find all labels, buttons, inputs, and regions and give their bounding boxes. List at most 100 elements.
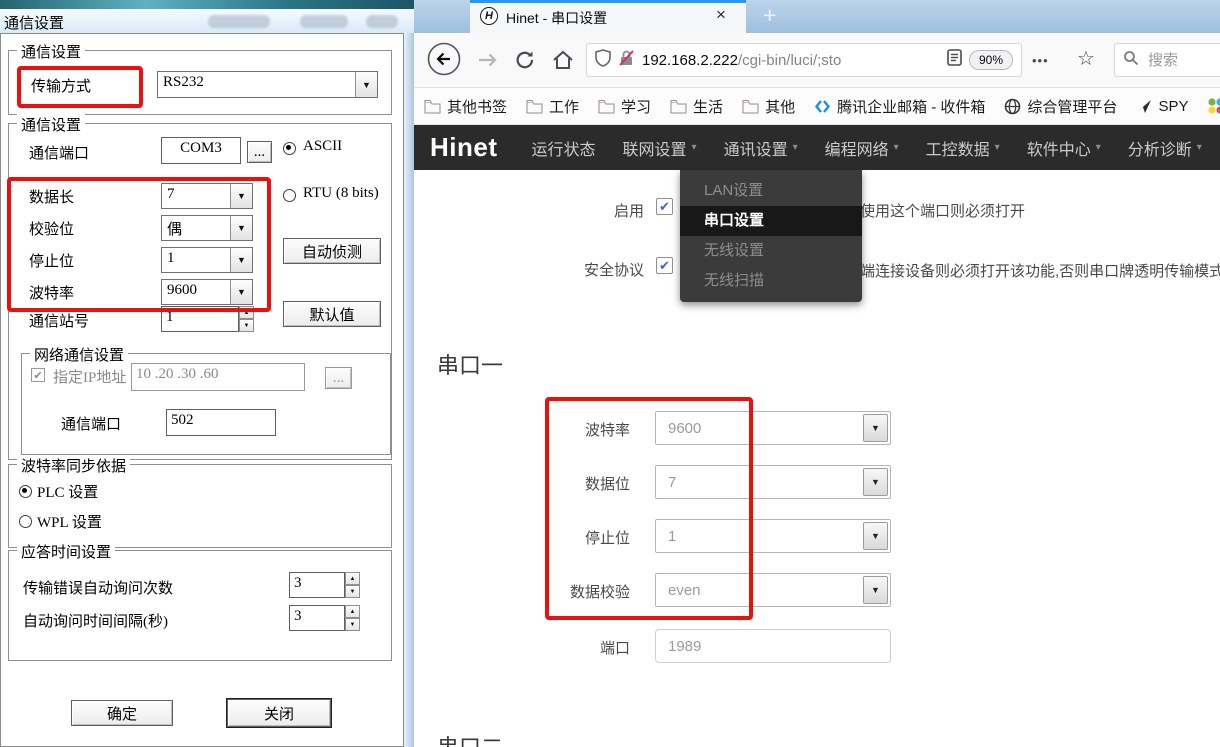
retry-interval-input[interactable]: 3 (289, 605, 345, 631)
dropdown-arrow-icon[interactable]: ▼ (230, 280, 252, 304)
bookmark-folder-life[interactable]: 生活 (670, 96, 723, 117)
web-parity-label: 数据校验 (510, 581, 630, 602)
menu-item-lan[interactable]: LAN设置 (680, 176, 862, 206)
wpl-setting-radio[interactable] (19, 515, 32, 528)
web-data-bits-select[interactable]: 7 ▼ (655, 465, 891, 499)
web-baud-rate-select[interactable]: 9600 ▼ (655, 411, 891, 445)
nav-run-status[interactable]: 运行状态 (532, 136, 596, 160)
url-text[interactable]: 192.168.2.222/cgi-bin/luci/;sto (642, 52, 940, 69)
baud-rate-select[interactable]: 9600 ▼ (161, 279, 253, 305)
reload-icon[interactable] (514, 49, 536, 71)
network-port-input[interactable]: 502 (166, 409, 276, 436)
rtu-radio[interactable] (283, 189, 296, 202)
nav-items: 运行状态 联网设置▾ 通讯设置▾ 编程网络▾ 工控数据▾ 软件中心▾ 分析诊断▾… (532, 136, 1220, 160)
menu-item-wireless-scan[interactable]: 无线扫描 (680, 266, 862, 296)
dropdown-arrow-icon[interactable]: ▼ (230, 248, 252, 272)
plc-setting-label: PLC 设置 (37, 481, 98, 502)
chevron-down-icon: ▾ (1096, 142, 1101, 153)
new-tab-icon[interactable]: + (763, 2, 776, 29)
bookmark-star-icon[interactable]: ☆ (1077, 46, 1095, 71)
chevron-down-icon: ▾ (1197, 142, 1202, 153)
nav-programming-network[interactable]: 编程网络▾ (825, 136, 899, 160)
web-port-label: 端口 (510, 637, 630, 658)
bookmark-folder-study[interactable]: 学习 (598, 96, 651, 117)
spin-down-icon[interactable]: ▼ (345, 585, 360, 598)
nav-comm-settings[interactable]: 通讯设置▾ (724, 136, 798, 160)
dialog-titlebar[interactable]: 通信设置 (0, 9, 414, 33)
search-input[interactable] (1146, 51, 1214, 70)
dropdown-arrow-icon[interactable]: ▼ (230, 184, 252, 208)
forward-icon[interactable] (476, 49, 500, 71)
bookmark-folder-misc[interactable]: 其他 (742, 96, 795, 117)
spin-up-icon[interactable]: ▲ (345, 572, 360, 585)
baud-rate-value: 9600 (162, 280, 230, 304)
menu-item-wireless[interactable]: 无线设置 (680, 236, 862, 266)
bookmark-spy[interactable]: SPY (1136, 98, 1188, 115)
transfer-mode-value: RS232 (158, 72, 355, 97)
security-protocol-checkbox[interactable]: ✔ (656, 257, 673, 274)
dropdown-arrow-icon[interactable]: ▼ (863, 414, 888, 442)
shield-icon[interactable] (595, 49, 611, 72)
bookmark-admin-platform[interactable]: 综合管理平台 (1004, 96, 1117, 117)
stop-bit-select[interactable]: 1 ▼ (161, 247, 253, 273)
data-length-select[interactable]: 7 ▼ (161, 183, 253, 209)
spin-down-icon[interactable]: ▼ (239, 319, 254, 332)
group-network-comm-title: 网络通信设置 (30, 344, 128, 365)
specify-ip-checkbox[interactable]: ✔ (31, 368, 45, 382)
bookmark-color-app[interactable] (1207, 97, 1220, 115)
data-length-label: 数据长 (29, 186, 74, 207)
ip-browse-button[interactable]: ... (325, 367, 352, 389)
close-button[interactable]: 关闭 (227, 699, 331, 727)
nav-industrial-data[interactable]: 工控数据▾ (926, 136, 1000, 160)
overflow-menu-icon[interactable]: ••• (1032, 53, 1049, 68)
ip-address-input[interactable]: 10 .20 .30 .60 (131, 363, 305, 391)
bookmark-tencent-mail[interactable]: 腾讯企业邮箱 - 收件箱 (814, 96, 985, 117)
autodetect-button[interactable]: 自动侦测 (283, 238, 381, 264)
back-icon[interactable] (426, 41, 462, 77)
transfer-mode-select[interactable]: RS232 ▼ (157, 71, 378, 98)
comm-port-value[interactable]: COM3 (161, 137, 241, 164)
bookmark-folder-work[interactable]: 工作 (526, 96, 579, 117)
comm-port-browse-button[interactable]: ... (247, 141, 272, 163)
tab-close-icon[interactable]: × (716, 5, 726, 25)
dropdown-arrow-icon[interactable]: ▼ (230, 216, 252, 240)
retry-count-input[interactable]: 3 (289, 572, 345, 598)
dropdown-arrow-icon[interactable]: ▼ (863, 576, 888, 604)
station-number-input[interactable]: 1 (161, 306, 239, 332)
bookmark-folder-other[interactable]: 其他书签 (424, 96, 507, 117)
reader-mode-icon[interactable] (947, 49, 962, 71)
station-number-stepper[interactable]: ▲ ▼ (239, 306, 254, 332)
hinet-logo[interactable]: Hinet (430, 132, 498, 163)
home-icon[interactable] (551, 48, 575, 72)
web-parity-select[interactable]: even ▼ (655, 573, 891, 607)
ascii-radio[interactable] (283, 142, 296, 155)
ok-button[interactable]: 确定 (71, 700, 173, 726)
enable-checkbox[interactable]: ✔ (656, 198, 673, 215)
retry-count-stepper[interactable]: ▲ ▼ (345, 572, 360, 598)
search-bar[interactable] (1114, 43, 1220, 77)
browser-window: H Hinet - 串口设置 × + (414, 0, 1220, 747)
web-stop-bit-label: 停止位 (510, 527, 630, 548)
nav-software-center[interactable]: 软件中心▾ (1027, 136, 1101, 160)
default-value-button[interactable]: 默认值 (283, 301, 381, 327)
zoom-level-badge[interactable]: 90% (969, 50, 1013, 70)
retry-interval-stepper[interactable]: ▲ ▼ (345, 605, 360, 631)
nav-diagnostics[interactable]: 分析诊断▾ (1128, 136, 1202, 160)
folder-icon (670, 99, 687, 114)
dropdown-arrow-icon[interactable]: ▼ (863, 522, 888, 550)
dropdown-arrow-icon[interactable]: ▼ (863, 468, 888, 496)
parity-select[interactable]: 偶 ▼ (161, 215, 253, 241)
titlebar-glass-blob (300, 15, 348, 28)
web-port-input[interactable]: 1989 (655, 629, 891, 663)
web-stop-bit-select[interactable]: 1 ▼ (655, 519, 891, 553)
nav-network-settings[interactable]: 联网设置▾ (623, 136, 697, 160)
spin-down-icon[interactable]: ▼ (345, 618, 360, 631)
plc-setting-radio[interactable] (19, 485, 32, 498)
group-comm-mode-title: 通信设置 (17, 41, 85, 62)
spin-up-icon[interactable]: ▲ (345, 605, 360, 618)
menu-item-serial[interactable]: 串口设置 (680, 206, 862, 236)
insecure-lock-icon[interactable] (618, 49, 635, 72)
url-bar[interactable]: 192.168.2.222/cgi-bin/luci/;sto 90% (586, 43, 1022, 77)
dropdown-arrow-icon[interactable]: ▼ (355, 72, 377, 97)
spin-up-icon[interactable]: ▲ (239, 306, 254, 319)
